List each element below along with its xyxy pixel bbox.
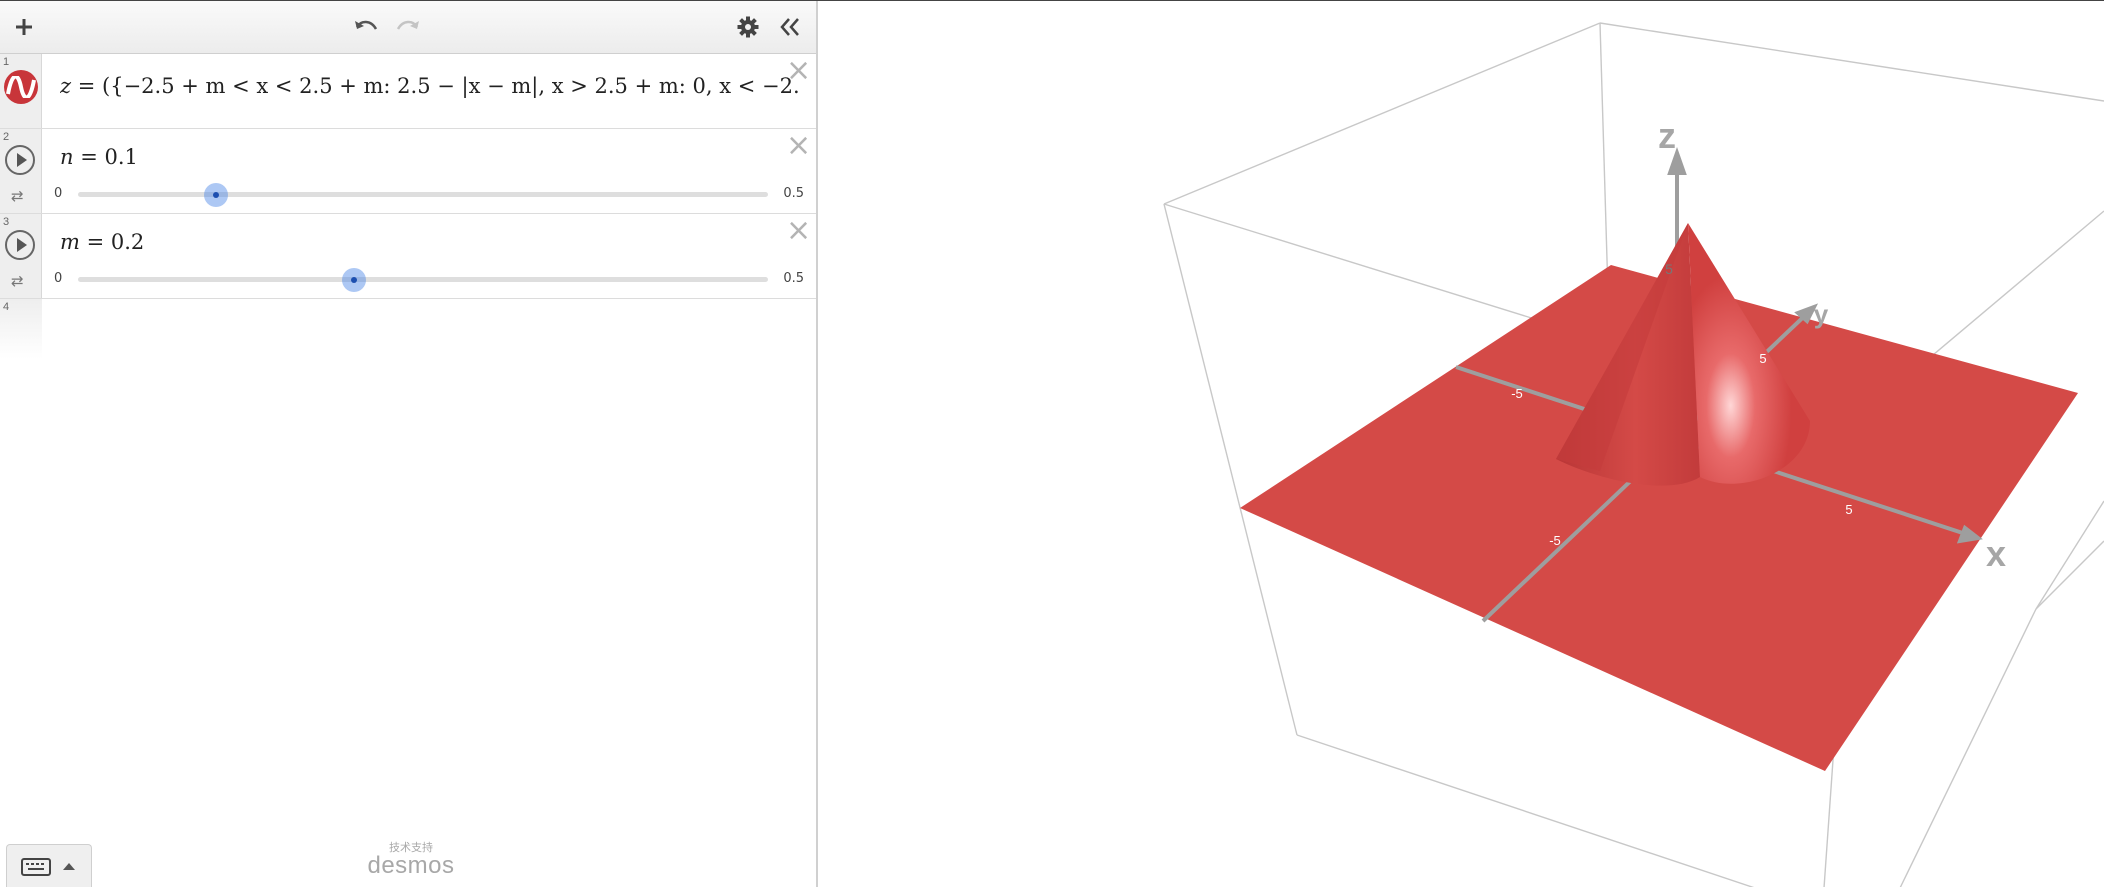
desmos-3d-app: 1 z = ({−2.5 + m < x < 2.5 + m: 2.5 − |x… <box>0 0 2104 887</box>
expression-row-2[interactable]: 2 ⇄ n = 0.1 × 0 0.5 <box>0 129 816 214</box>
tick-x-5: 5 <box>1845 502 1852 517</box>
expression-gutter: 3 ⇄ <box>0 214 42 298</box>
expression-toolbar <box>0 1 816 54</box>
axis-label-x: x <box>1986 533 2006 574</box>
slider-handle[interactable] <box>204 183 228 207</box>
slider-min[interactable]: 0 <box>54 271 62 286</box>
tick-y-5: 5 <box>1759 351 1766 366</box>
expression-gutter: 4 <box>0 299 42 359</box>
slider-equation[interactable]: n = 0.1 <box>60 145 138 169</box>
delete-expression-button[interactable]: × <box>786 56 811 86</box>
graph-3d-view[interactable]: z x y 5 5 -5 5 -5 <box>820 1 2104 887</box>
settings-button[interactable] <box>734 13 762 41</box>
expression-index: 4 <box>3 301 10 313</box>
gear-icon <box>737 16 759 38</box>
tick-x-neg5: -5 <box>1511 386 1523 401</box>
expression-index: 3 <box>3 216 10 228</box>
keyboard-toggle-button[interactable] <box>6 844 92 887</box>
redo-button[interactable] <box>394 13 422 41</box>
slider-min[interactable]: 0 <box>54 186 62 201</box>
chevron-up-icon <box>63 863 75 870</box>
desmos-logo-text: desmos <box>367 852 455 879</box>
slider-equation[interactable]: m = 0.2 <box>60 230 144 254</box>
axis-label-y: y <box>1814 299 1829 329</box>
expression-input[interactable]: z = ({−2.5 + m < x < 2.5 + m: 2.5 − |x −… <box>42 54 816 128</box>
desmos-graph-icon[interactable] <box>4 70 38 104</box>
redo-icon <box>396 20 419 30</box>
loop-icon[interactable]: ⇄ <box>11 187 24 205</box>
expression-index: 1 <box>3 56 10 68</box>
slider-expression[interactable]: m = 0.2 × 0 0.5 <box>42 214 816 298</box>
slider-track[interactable] <box>78 183 768 207</box>
formula-lhs: z <box>60 74 72 98</box>
axis-label-z: z <box>1658 115 1676 156</box>
slider-expression[interactable]: n = 0.1 × 0 0.5 <box>42 129 816 213</box>
play-icon[interactable] <box>5 230 35 260</box>
formula-rhs: = ({−2.5 + m < x < 2.5 + m: 2.5 − |x − m… <box>77 74 800 98</box>
slider-variable: m <box>60 230 80 254</box>
add-expression-button[interactable] <box>10 13 38 41</box>
slider-handle[interactable] <box>342 268 366 292</box>
formula-text[interactable]: z = ({−2.5 + m < x < 2.5 + m: 2.5 − |x −… <box>60 74 800 98</box>
collapse-panel-button[interactable] <box>776 13 804 41</box>
delete-expression-button[interactable]: × <box>786 216 811 246</box>
undo-button[interactable] <box>352 13 380 41</box>
delete-expression-button[interactable]: × <box>786 131 811 161</box>
slider-value: 0.1 <box>104 145 138 169</box>
graph-canvas[interactable]: z x y 5 5 -5 5 -5 <box>820 1 2104 887</box>
slider-track[interactable] <box>78 268 768 292</box>
slider-max[interactable]: 0.5 <box>783 271 804 286</box>
expression-row-1[interactable]: 1 z = ({−2.5 + m < x < 2.5 + m: 2.5 − |x… <box>0 54 816 129</box>
plus-icon <box>16 19 32 35</box>
double-chevron-left-icon <box>780 18 799 36</box>
play-icon[interactable] <box>5 145 35 175</box>
slider-variable: n <box>60 145 74 169</box>
empty-expression-input[interactable] <box>42 299 816 359</box>
powered-by-desmos[interactable]: 技术支持 desmos <box>366 839 456 880</box>
expression-panel: 1 z = ({−2.5 + m < x < 2.5 + m: 2.5 − |x… <box>0 1 818 887</box>
expression-gutter: 1 <box>0 54 42 128</box>
slider-value: 0.2 <box>110 230 145 254</box>
expression-gutter: 2 ⇄ <box>0 129 42 213</box>
keyboard-icon <box>21 857 51 876</box>
expression-row-3[interactable]: 3 ⇄ m = 0.2 × 0 0.5 <box>0 214 816 299</box>
loop-icon[interactable]: ⇄ <box>11 272 24 290</box>
expression-index: 2 <box>3 131 10 143</box>
expression-row-4[interactable]: 4 <box>0 299 816 359</box>
tick-z-5: 5 <box>1665 261 1673 277</box>
slider-max[interactable]: 0.5 <box>783 186 804 201</box>
undo-icon <box>355 20 378 30</box>
tick-y-neg5: -5 <box>1549 533 1561 548</box>
